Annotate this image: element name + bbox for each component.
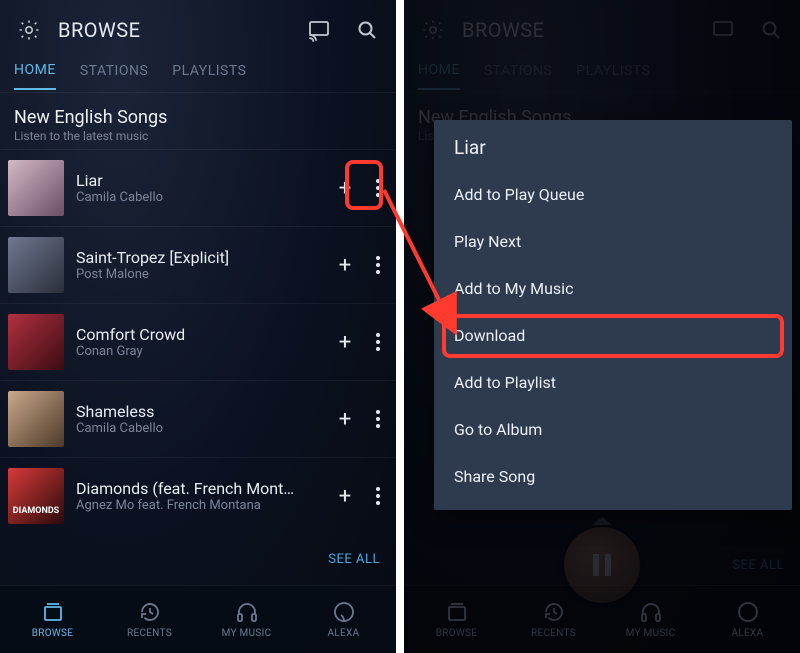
- section-title: New English Songs: [14, 107, 382, 128]
- section-header: New English Songs Listen to the latest m…: [0, 93, 396, 149]
- menu-play-next[interactable]: Play Next: [434, 218, 792, 265]
- nav-recents[interactable]: RECENTS: [120, 600, 180, 639]
- alexa-ring-icon: [332, 600, 356, 624]
- song-title: Saint-Tropez [Explicit]: [76, 248, 324, 267]
- browse-icon: [41, 600, 65, 624]
- tab-bar: HOME STATIONS PLAYLISTS: [0, 60, 396, 92]
- more-vert-icon[interactable]: [368, 481, 388, 511]
- context-menu-title: Liar: [434, 136, 792, 171]
- song-row[interactable]: Liar Camila Cabello +: [0, 149, 396, 226]
- phone-left: BROWSE HOME STATIONS PLAYLISTS New Engli…: [0, 0, 396, 653]
- menu-add-to-my-music[interactable]: Add to My Music: [434, 265, 792, 312]
- gear-icon[interactable]: [14, 15, 44, 45]
- song-title: Liar: [76, 171, 324, 190]
- search-icon[interactable]: [352, 15, 382, 45]
- song-title: Diamonds (feat. French Mont…: [76, 479, 324, 498]
- song-list: Liar Camila Cabello + Saint-Tropez [Expl…: [0, 149, 396, 534]
- nav-label: MY MUSIC: [222, 628, 272, 639]
- section-subtitle: Listen to the latest music: [14, 129, 382, 143]
- song-row[interactable]: Shameless Camila Cabello +: [0, 380, 396, 457]
- album-art: [8, 237, 64, 293]
- nav-label: ALEXA: [328, 628, 360, 639]
- nav-browse[interactable]: BROWSE: [23, 600, 83, 639]
- album-art: [8, 160, 64, 216]
- app-bar: BROWSE: [0, 0, 396, 60]
- context-menu: Liar Add to Play Queue Play Next Add to …: [434, 120, 792, 510]
- cast-icon[interactable]: [304, 15, 334, 45]
- more-vert-icon[interactable]: [368, 250, 388, 280]
- album-art: [8, 314, 64, 370]
- bottom-nav: BROWSE RECENTS MY MUSIC ALEXA: [0, 585, 396, 653]
- song-artist: Camila Cabello: [76, 421, 324, 436]
- add-button[interactable]: +: [330, 173, 360, 203]
- more-vert-icon[interactable]: [368, 173, 388, 203]
- song-row[interactable]: Saint-Tropez [Explicit] Post Malone +: [0, 226, 396, 303]
- song-artist: Conan Gray: [76, 344, 324, 359]
- album-art: DIAMONDS: [8, 468, 64, 524]
- tab-stations[interactable]: STATIONS: [80, 63, 148, 89]
- song-title: Comfort Crowd: [76, 325, 324, 344]
- history-icon: [138, 600, 162, 624]
- add-button[interactable]: +: [330, 327, 360, 357]
- song-artist: Camila Cabello: [76, 190, 324, 205]
- song-title: Shameless: [76, 402, 324, 421]
- menu-download[interactable]: Download: [434, 312, 792, 359]
- add-button[interactable]: +: [330, 250, 360, 280]
- app-bar-title: BROWSE: [58, 18, 141, 42]
- menu-share-song[interactable]: Share Song: [434, 453, 792, 500]
- headphones-icon: [235, 600, 259, 624]
- song-row[interactable]: DIAMONDS Diamonds (feat. French Mont… Ag…: [0, 457, 396, 534]
- menu-go-to-album[interactable]: Go to Album: [434, 406, 792, 453]
- song-row[interactable]: Comfort Crowd Conan Gray +: [0, 303, 396, 380]
- phone-right: BROWSE HOME STATIONS PLAYLISTS New Engli…: [404, 0, 800, 653]
- song-artist: Agnez Mo feat. French Montana: [76, 498, 324, 513]
- see-all-link[interactable]: SEE ALL: [328, 552, 380, 567]
- album-art: [8, 391, 64, 447]
- nav-label: RECENTS: [127, 628, 172, 639]
- menu-add-to-playlist[interactable]: Add to Playlist: [434, 359, 792, 406]
- nav-label: BROWSE: [32, 628, 74, 639]
- nav-my-music[interactable]: MY MUSIC: [217, 600, 277, 639]
- song-artist: Post Malone: [76, 267, 324, 282]
- tab-home[interactable]: HOME: [14, 62, 56, 90]
- add-button[interactable]: +: [330, 481, 360, 511]
- more-vert-icon[interactable]: [368, 327, 388, 357]
- tab-playlists[interactable]: PLAYLISTS: [172, 63, 246, 89]
- add-button[interactable]: +: [330, 404, 360, 434]
- menu-add-to-play-queue[interactable]: Add to Play Queue: [434, 171, 792, 218]
- more-vert-icon[interactable]: [368, 404, 388, 434]
- nav-alexa[interactable]: ALEXA: [314, 600, 374, 639]
